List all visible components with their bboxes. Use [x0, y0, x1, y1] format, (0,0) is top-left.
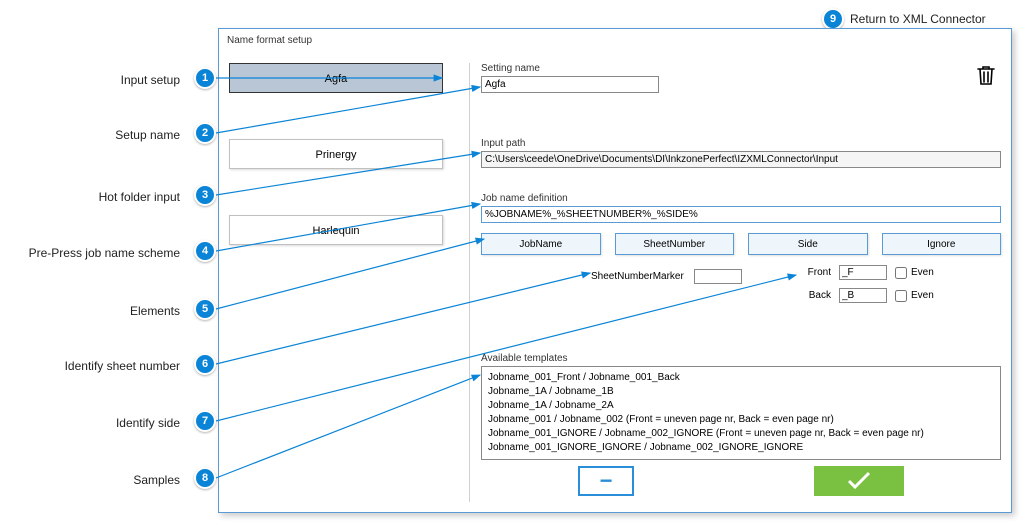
name-format-dialog: Name format setup Agfa Prinergy Harlequi… — [218, 28, 1012, 513]
badge-1: 1 — [194, 67, 216, 89]
front-even-label: Even — [911, 267, 934, 278]
template-line: Jobname_001_Front / Jobname_001_Back — [488, 371, 994, 385]
token-side[interactable]: Side — [748, 233, 868, 255]
badge-2: 2 — [194, 122, 216, 144]
callout-samples: Samples — [0, 473, 180, 487]
panel-divider — [469, 63, 470, 502]
templates-list: Jobname_001_Front / Jobname_001_Back Job… — [481, 366, 1001, 460]
dialog-title: Name format setup — [227, 35, 312, 46]
token-row: JobName SheetNumber Side Ignore — [481, 233, 1001, 255]
back-input[interactable] — [839, 288, 887, 303]
right-panel: Setting name Input path Job name definit… — [481, 43, 1001, 502]
template-line: Jobname_001 / Jobname_002 (Front = uneve… — [488, 413, 994, 427]
back-label: Back — [799, 290, 831, 301]
setting-name-input[interactable] — [481, 76, 659, 93]
token-sheetnumber[interactable]: SheetNumber — [615, 233, 735, 255]
callout-scheme: Pre-Press job name scheme — [0, 246, 180, 260]
front-even-checkbox[interactable]: Even — [895, 267, 934, 279]
callout-elements: Elements — [0, 304, 180, 318]
setup-list: Agfa Prinergy Harlequin — [229, 63, 459, 502]
setup-item-harlequin[interactable]: Harlequin — [229, 215, 443, 245]
badge-9: 9 — [822, 8, 844, 30]
sheetnumbermarker-label: SheetNumberMarker — [591, 271, 684, 282]
back-even-label: Even — [911, 290, 934, 301]
badge-7: 7 — [194, 410, 216, 432]
confirm-button[interactable] — [814, 466, 904, 496]
sheetnumbermarker-input[interactable] — [694, 269, 742, 284]
check-icon — [845, 471, 873, 491]
token-ignore[interactable]: Ignore — [882, 233, 1002, 255]
delete-icon[interactable] — [975, 63, 997, 90]
badge-4: 4 — [194, 240, 216, 262]
callout-hotfolder: Hot folder input — [0, 190, 180, 204]
template-line: Jobname_1A / Jobname_1B — [488, 385, 994, 399]
setup-item-prinergy[interactable]: Prinergy — [229, 139, 443, 169]
job-def-label: Job name definition — [481, 193, 1001, 204]
return-link[interactable]: Return to XML Connector — [850, 12, 986, 26]
input-path-input[interactable] — [481, 151, 1001, 168]
callout-input-setup: Input setup — [0, 73, 180, 87]
template-line: Jobname_001_IGNORE_IGNORE / Jobname_002_… — [488, 441, 994, 455]
badge-8: 8 — [194, 467, 216, 489]
front-label: Front — [799, 267, 831, 278]
job-def-input[interactable] — [481, 206, 1001, 223]
badge-5: 5 — [194, 298, 216, 320]
front-input[interactable] — [839, 265, 887, 280]
badge-3: 3 — [194, 184, 216, 206]
back-even-checkbox[interactable]: Even — [895, 290, 934, 302]
remove-button[interactable]: − — [578, 466, 634, 496]
callout-sheetnum: Identify sheet number — [0, 359, 180, 373]
setup-item-agfa[interactable]: Agfa — [229, 63, 443, 93]
templates-label: Available templates — [481, 353, 1001, 364]
callout-side: Identify side — [0, 416, 180, 430]
template-line: Jobname_001_IGNORE / Jobname_002_IGNORE … — [488, 427, 994, 441]
template-line: Jobname_1A / Jobname_2A — [488, 399, 994, 413]
setting-name-label: Setting name — [481, 63, 659, 74]
token-jobname[interactable]: JobName — [481, 233, 601, 255]
callout-setup-name: Setup name — [0, 128, 180, 142]
input-path-label: Input path — [481, 138, 1001, 149]
badge-6: 6 — [194, 353, 216, 375]
